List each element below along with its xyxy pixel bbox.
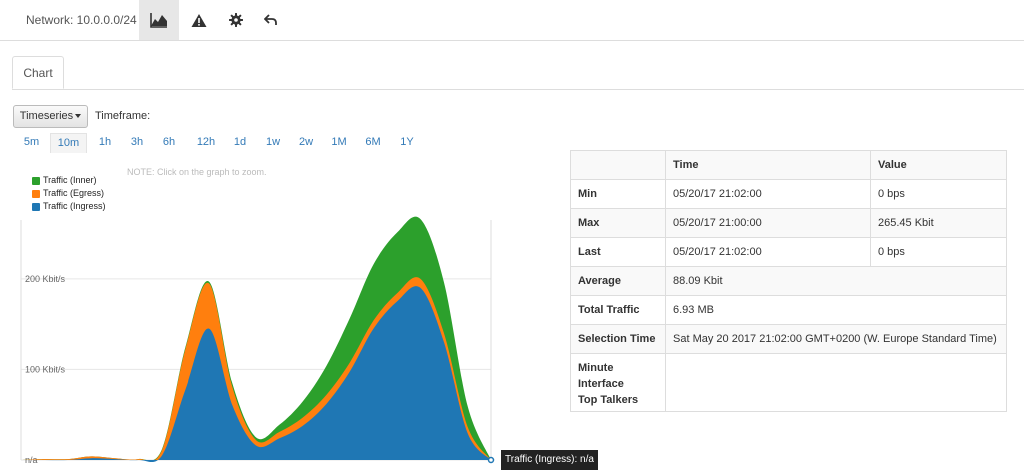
row-value: 0 bps [870, 237, 1007, 267]
table-row-last: Last 05/20/17 21:02:00 0 bps [570, 237, 1007, 267]
row-label-line: Interface [578, 377, 624, 390]
table-row-average: Average 88.09 Kbit [570, 266, 1007, 296]
row-time: 05/20/17 21:02:00 [665, 179, 871, 209]
row-value: Sat May 20 2017 21:02:00 GMT+0200 (W. Eu… [665, 324, 1007, 354]
table-header-time: Time [665, 150, 871, 180]
stats-table: Time Value Min 05/20/17 21:02:00 0 bps M… [570, 150, 1007, 412]
row-label-line: Top Talkers [578, 393, 639, 406]
row-time: 05/20/17 21:00:00 [665, 208, 871, 238]
row-value: 88.09 Kbit [665, 266, 1007, 296]
row-label-line: Minute [578, 361, 614, 374]
table-row-max: Max 05/20/17 21:00:00 265.45 Kbit [570, 208, 1007, 238]
table-row-min: Min 05/20/17 21:02:00 0 bps [570, 179, 1007, 209]
table-row-selection-time: Selection Time Sat May 20 2017 21:02:00 … [570, 324, 1007, 354]
table-header-value: Value [870, 150, 1007, 180]
hover-point [487, 456, 495, 464]
table-row-total-traffic: Total Traffic 6.93 MB [570, 295, 1007, 325]
row-time: 05/20/17 21:02:00 [665, 237, 871, 267]
y-tick-label: 200 Kbit/s [25, 274, 66, 284]
table-header-row: Time Value [570, 150, 1007, 180]
row-value: 0 bps [870, 179, 1007, 209]
row-label: Average [570, 266, 666, 296]
table-header-empty [570, 150, 666, 180]
row-value: 265.45 Kbit [870, 208, 1007, 238]
row-label: Total Traffic [570, 295, 666, 325]
table-row-top-talkers: Minute Interface Top Talkers [570, 353, 1007, 412]
row-label: Last [570, 237, 666, 267]
row-label: Min [570, 179, 666, 209]
row-label-top-talkers: Minute Interface Top Talkers [570, 353, 666, 412]
row-value [665, 353, 1007, 412]
chart-tooltip: Traffic (Ingress): n/a [501, 450, 598, 470]
row-label: Max [570, 208, 666, 238]
area-traffic-ingress[interactable] [21, 286, 491, 463]
y-tick-label: 100 Kbit/s [25, 364, 66, 374]
traffic-area-chart[interactable]: n/a100 Kbit/s200 Kbit/s [0, 0, 560, 470]
row-label: Selection Time [570, 324, 666, 354]
row-value: 6.93 MB [665, 295, 1007, 325]
